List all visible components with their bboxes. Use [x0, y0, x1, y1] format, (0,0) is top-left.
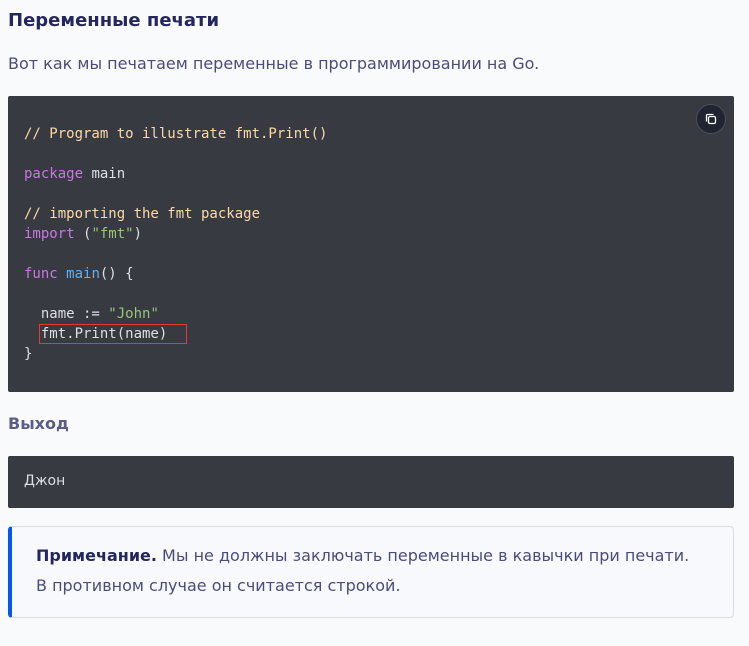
code-function-signature: () {: [99, 266, 134, 282]
code-close-brace: }: [24, 346, 33, 362]
code-keyword-import: import: [24, 226, 75, 242]
intro-text: Вот как мы печатаем переменные в програм…: [8, 54, 540, 73]
note-line-2: В противном случае он считается строкой.: [36, 576, 401, 595]
code-import-close: ): [133, 226, 143, 242]
code-function-name: main: [66, 266, 100, 282]
section-title: Переменные печати: [8, 10, 220, 31]
code-comment: // Program to illustrate fmt.Print(): [24, 126, 328, 142]
copy-code-button[interactable]: [696, 104, 726, 134]
output-block: Джон: [8, 456, 734, 508]
output-text: Джон: [24, 473, 66, 489]
code-keyword-package: package: [24, 166, 84, 182]
page: Переменные печати Вот как мы печатаем пе…: [0, 0, 749, 646]
highlight-box: [39, 324, 187, 344]
note-label: Примечание.: [36, 546, 157, 565]
code-import-string: "fmt": [91, 226, 134, 242]
copy-icon: [705, 113, 717, 125]
code-keyword-func: func: [24, 266, 58, 282]
note-text-1: Мы не должны заключать переменные в кавы…: [156, 546, 690, 565]
output-title: Выход: [8, 414, 69, 433]
note-box: Примечание. Мы не должны заключать перем…: [8, 526, 734, 618]
code-block: // Program to illustrate fmt.Print() pac…: [8, 96, 734, 392]
code-comment: // importing the fmt package: [24, 206, 261, 222]
code-assign: name :=: [24, 306, 109, 322]
code-package-name: main: [83, 166, 126, 182]
code-import-open: (: [74, 226, 92, 242]
note-line-1: Примечание. Мы не должны заключать перем…: [36, 546, 689, 565]
code-string-john: "John": [108, 306, 159, 322]
